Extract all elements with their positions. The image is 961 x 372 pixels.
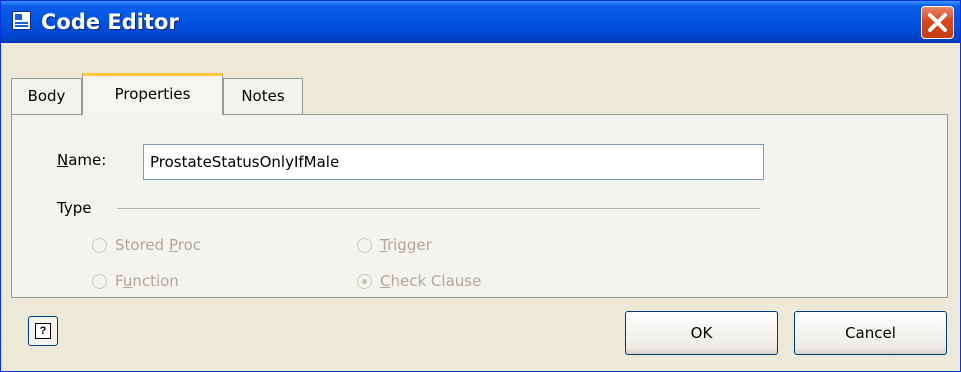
radio-label: Check Clause [380,272,482,290]
radio-label: Stored Proc [115,236,201,254]
close-icon [928,13,947,32]
radio-button-selected-icon [357,274,372,289]
help-button[interactable]: ? [28,316,58,346]
radio-button-icon [92,238,107,253]
help-icon: ? [35,323,51,339]
properties-panel: Name: Type Stored Proc Trigger Function … [11,114,948,298]
type-group-label: Type [57,199,92,217]
radio-label: Function [115,272,179,290]
app-icon [12,11,31,30]
tab-notes[interactable]: Notes [223,78,303,114]
group-divider [117,208,760,209]
tab-label: Properties [114,85,191,103]
tab-body[interactable]: Body [11,78,82,114]
cancel-button[interactable]: Cancel [794,311,947,355]
radio-button-icon [357,238,372,253]
tab-label: Notes [241,87,285,105]
radio-label: Trigger [380,236,432,254]
name-label: Name: [57,151,107,169]
window-title: Code Editor [41,10,179,34]
title-bar[interactable]: Code Editor [1,1,960,43]
name-input[interactable] [143,144,764,180]
code-editor-window: Code Editor Body Properties Notes Name: … [0,0,961,372]
tab-properties[interactable]: Properties [82,73,223,115]
tab-label: Body [27,87,66,105]
close-button[interactable] [921,6,954,39]
ok-button[interactable]: OK [625,311,778,355]
radio-button-icon [92,274,107,289]
